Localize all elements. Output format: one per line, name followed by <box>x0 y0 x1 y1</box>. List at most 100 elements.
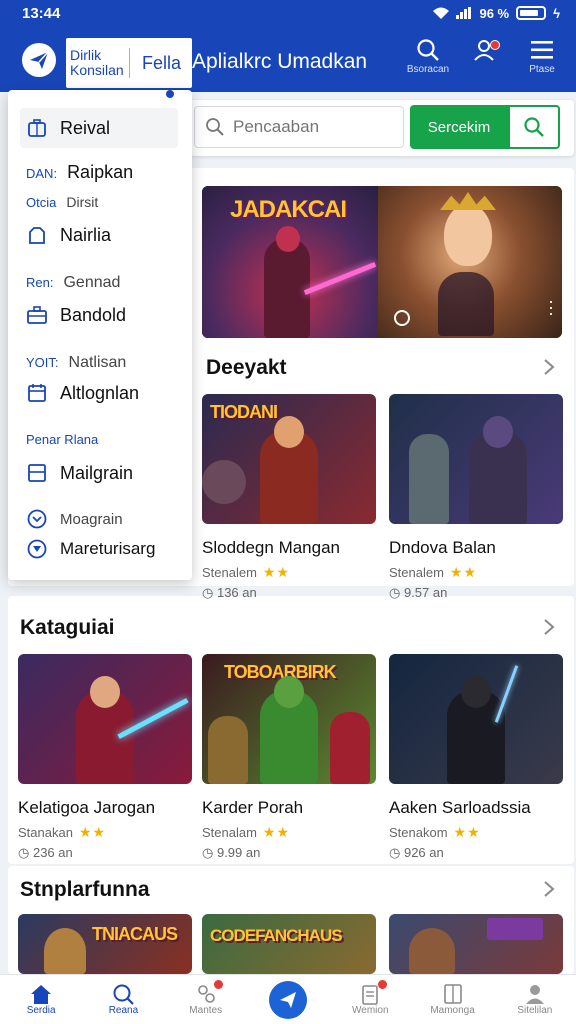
nav-label: Reana <box>108 1005 139 1016</box>
game-card[interactable]: Kelatigoa Jarogan Stanakan ★★ ◷ 236 an <box>18 654 192 861</box>
search-button[interactable]: Bsoracan <box>400 38 456 84</box>
search-icon <box>113 984 135 1005</box>
home-icon <box>31 985 52 1004</box>
thumbnail-character <box>409 928 455 974</box>
hero-artwork-left: JADAKCAI <box>202 186 378 338</box>
game-card[interactable]: TNIACAUS <box>18 914 192 974</box>
chevron-right-icon[interactable] <box>542 618 556 636</box>
thumbnail-title: CODEFANCHAUS <box>210 926 343 945</box>
clock-icon: ◷ <box>202 585 217 600</box>
search-field[interactable] <box>194 106 404 148</box>
nav-clipboard[interactable]: Wemion <box>329 975 411 1024</box>
game-card[interactable] <box>389 914 563 974</box>
game-thumbnail <box>389 914 563 974</box>
search-input[interactable] <box>233 117 383 137</box>
chevron-right-icon[interactable] <box>542 358 556 376</box>
thumbnail-title: TNIACAUS <box>92 924 178 944</box>
bag-icon <box>29 227 45 244</box>
calendar-icon <box>28 384 46 402</box>
game-thumbnail: TIODANI <box>202 394 376 524</box>
menu-group-title: Ren: <box>26 275 54 290</box>
play-circle-icon <box>27 539 47 559</box>
chevron-circle-icon <box>27 509 47 529</box>
hero-heroine-crown <box>440 192 496 210</box>
menu-item[interactable]: Moagrain <box>26 508 123 530</box>
game-card[interactable]: CODEFANCHAUS <box>202 914 376 974</box>
chevron-right-icon[interactable] <box>542 880 556 898</box>
menu-group-title: YOIT: <box>26 355 59 370</box>
nav-people[interactable]: Mantes <box>165 975 247 1024</box>
menu-group-title: Penar Rlana <box>26 432 99 447</box>
brand-box[interactable]: Dirlik Konsilan Fella <box>66 38 192 88</box>
nav-search[interactable]: Reana <box>82 975 164 1024</box>
status-bar: 13:44 96 % ϟ <box>0 0 576 26</box>
hero-title: JADAKCAI <box>230 196 347 223</box>
hamburger-icon <box>531 41 553 59</box>
game-card[interactable]: TOBOARBIRK Karder Porah Stenalam ★★ ◷ 9.9… <box>202 654 376 861</box>
thumbnail-title: TIODANI <box>210 402 278 422</box>
thumbnail-lightning <box>494 665 519 723</box>
search-submit-button[interactable]: Sercekim <box>410 105 508 149</box>
clock-icon: ◷ <box>389 585 404 600</box>
menu-button[interactable]: Ptase <box>514 38 570 84</box>
search-icon-button[interactable] <box>508 105 560 149</box>
game-thumbnail: CODEFANCHAUS <box>202 914 376 974</box>
nav-tablet[interactable]: Mamonga <box>411 975 493 1024</box>
nav-label: Sitelilan <box>517 1005 553 1016</box>
game-rating-label: Stanakan <box>18 825 73 840</box>
hero-heroine-face <box>444 204 492 266</box>
clock-icon: ◷ <box>202 845 217 860</box>
game-rating-label: Stenalem <box>202 565 257 580</box>
nav-home[interactable]: Serdia <box>0 975 82 1024</box>
person-icon <box>525 985 544 1004</box>
send-button[interactable] <box>268 980 307 1019</box>
game-rating-label: Stenalam <box>202 825 257 840</box>
game-rating-label: Stenakom <box>389 825 448 840</box>
menu-item[interactable]: Mareturisarg <box>26 538 155 560</box>
window-icon <box>28 464 46 482</box>
more-icon[interactable]: · · · <box>548 292 554 322</box>
thumbnail-character-head <box>461 676 491 708</box>
download-count: 9.57 an <box>403 585 448 600</box>
nav-profile[interactable]: Sitelilan <box>494 975 576 1024</box>
game-downloads: ◷ 236 an <box>18 845 192 861</box>
notification-badge <box>213 980 223 989</box>
menu-item[interactable]: Bandold <box>26 304 126 326</box>
hero-indicator <box>394 310 410 326</box>
hero-banner[interactable]: JADAKCAI · · · <box>202 186 562 338</box>
thumbnail-ally-right <box>330 712 370 784</box>
app-logo[interactable] <box>22 43 56 77</box>
nav-center-action[interactable] <box>247 975 329 1024</box>
thumbnail-ally-left <box>208 716 248 784</box>
game-card[interactable]: TIODANI Sloddegn Mangan Stenalem ★★ ◷ 136… <box>202 394 376 601</box>
status-time: 13:44 <box>22 4 61 22</box>
menu-item[interactable]: Reival <box>20 108 178 148</box>
menu-group-title: DAN: <box>26 166 58 181</box>
menu-item-label: Altlognlan <box>60 382 140 403</box>
charging-icon: ϟ <box>553 5 560 21</box>
nav-label: Serdia <box>26 1005 56 1016</box>
menu-item-label: Raipkan <box>67 162 134 182</box>
menu-item-label: Bandold <box>60 304 127 325</box>
account-button[interactable] <box>456 38 512 84</box>
game-card[interactable]: Aaken Sarloadssia Stenakom ★★ ◷ 926 an <box>389 654 563 861</box>
clock-icon: ◷ <box>389 845 404 860</box>
star-rating: ★★ <box>262 824 291 840</box>
menu-group-sub: Natlisan <box>68 354 127 371</box>
brand-text: Dirlik Konsilan <box>66 48 130 78</box>
game-card[interactable]: Dndova Balan Stenalem ★★ ◷ 9.57 an <box>389 394 563 601</box>
menu-item[interactable]: Altlognlan <box>26 382 139 404</box>
brand-tab[interactable]: Fella <box>130 53 181 74</box>
game-thumbnail: TNIACAUS <box>18 914 192 974</box>
menu-item[interactable]: Nairlia <box>26 224 111 246</box>
game-downloads: ◷ 9.57 an <box>389 585 563 601</box>
game-meta: Stenakom ★★ <box>389 824 563 841</box>
menu-item[interactable]: Mailgrain <box>26 462 133 484</box>
star-rating: ★★ <box>449 564 478 580</box>
search-icon <box>206 118 224 136</box>
tablet-icon <box>443 984 462 1004</box>
menu-group[interactable]: DAN: Raipkan <box>26 162 133 183</box>
thumbnail-creature <box>202 460 246 504</box>
thumbnail-character <box>44 928 86 974</box>
game-name: Kelatigoa Jarogan <box>18 798 156 817</box>
